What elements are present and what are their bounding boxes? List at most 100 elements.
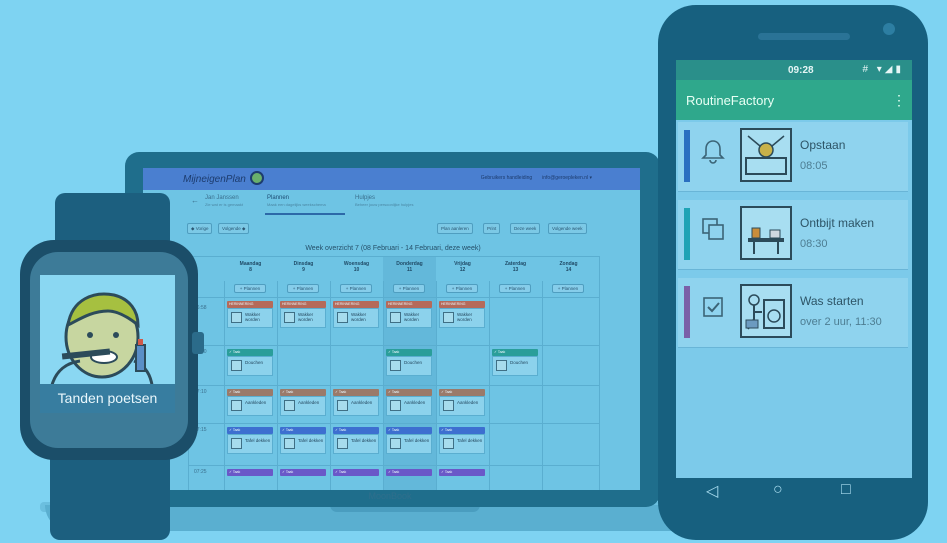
task-tag: HERINNERING bbox=[227, 301, 273, 308]
day-number: 14 bbox=[565, 267, 572, 273]
task-card[interactable]: ✓ Taak Douchen bbox=[492, 349, 538, 376]
routine-card[interactable]: Ontbijt maken 08:30 bbox=[678, 200, 908, 270]
watch-crown[interactable] bbox=[192, 332, 204, 354]
task-tag: ✓ Taak bbox=[386, 389, 432, 396]
pictogram-icon bbox=[231, 312, 242, 323]
task-name: Tafel dekken bbox=[245, 438, 271, 443]
task-name: Aankleden bbox=[298, 400, 320, 405]
this-week-button[interactable]: Deze week bbox=[510, 223, 541, 234]
recents-nav-icon[interactable]: □ bbox=[841, 481, 851, 499]
app-bar: RoutineFactory ⋮ bbox=[676, 80, 912, 120]
status-time: 09:28 bbox=[788, 65, 814, 76]
print-button[interactable]: Print bbox=[483, 223, 501, 234]
task-card[interactable]: ✓ Taak Tafel dekken bbox=[227, 427, 273, 454]
card-stripe bbox=[684, 208, 690, 260]
task-tag: ✓ Taak bbox=[227, 349, 273, 356]
card-time: 08:30 bbox=[800, 238, 828, 250]
back-arrow-icon[interactable]: ← bbox=[191, 196, 199, 205]
task-card[interactable]: HERINNERING Wakker worden bbox=[280, 301, 326, 328]
task-tag: HERINNERING bbox=[333, 301, 379, 308]
row-divider bbox=[189, 423, 599, 424]
day-header-today: Donderdag 11 bbox=[383, 257, 436, 281]
plan-button[interactable]: + Plannen bbox=[499, 284, 531, 293]
pictogram-icon bbox=[284, 438, 295, 449]
routine-card[interactable]: Was starten over 2 uur, 11:30 bbox=[678, 278, 908, 348]
task-tag: ✓ Taak bbox=[492, 349, 538, 356]
task-card[interactable]: ✓ Taak Douchen bbox=[386, 349, 432, 376]
task-name: Tafel dekken bbox=[404, 438, 430, 443]
task-card[interactable]: HERINNERING Wakker worden bbox=[227, 301, 273, 328]
task-card[interactable]: ✓ Taak Tafel dekken bbox=[386, 427, 432, 454]
next-week-left-button[interactable]: Volgende ◆ bbox=[218, 223, 250, 234]
routine-card[interactable]: Opstaan 08:05 bbox=[678, 122, 908, 192]
task-card[interactable]: ✓ Taak Douchen bbox=[227, 349, 273, 376]
task-card[interactable]: ✓ Taak Aankleden bbox=[280, 389, 326, 416]
task-card[interactable]: ✓ Taak Aankleden bbox=[439, 389, 485, 416]
pictogram-icon bbox=[443, 312, 454, 323]
task-card[interactable]: ✓ Taak Aankleden bbox=[333, 389, 379, 416]
task-name: Douchen bbox=[404, 360, 423, 365]
task-card[interactable]: HERINNERING Wakker worden bbox=[333, 301, 379, 328]
plan-button[interactable]: + Plannen bbox=[287, 284, 319, 293]
row-divider bbox=[189, 465, 599, 466]
task-card[interactable]: ✓ Taak Aankleden bbox=[386, 389, 432, 416]
next-week-button[interactable]: Volgende week bbox=[548, 223, 587, 234]
row-divider bbox=[189, 385, 599, 386]
pictogram-icon bbox=[284, 312, 295, 323]
task-card[interactable]: ✓ Taak bbox=[227, 469, 273, 476]
app-logo[interactable]: MijneigenPlan bbox=[183, 174, 246, 185]
nav-user[interactable]: Jan Janssen Zie wat er is gemaakt bbox=[205, 195, 243, 207]
logo-face-icon bbox=[250, 171, 264, 185]
task-tag: ✓ Taak bbox=[386, 349, 432, 356]
task-name: Tafel dekken bbox=[298, 438, 324, 443]
laptop-brand-label: MoonBook bbox=[368, 491, 412, 501]
task-card[interactable]: HERINNERING Wakker worden bbox=[439, 301, 485, 328]
nav-hulpjes-sub: Beheer jouw persoonlijke hulpjes bbox=[355, 202, 414, 207]
account-menu[interactable]: info@geroepleken.nl ▾ bbox=[542, 175, 592, 181]
task-card[interactable]: HERINNERING Wakker worden bbox=[386, 301, 432, 328]
day-header: Dinsdag 9 bbox=[277, 257, 330, 281]
task-card[interactable]: ✓ Taak Tafel dekken bbox=[439, 427, 485, 454]
overflow-menu-icon[interactable]: ⋮ bbox=[892, 92, 906, 109]
week-title: Week overzicht 7 (08 Februari - 14 Febru… bbox=[305, 245, 481, 252]
task-card[interactable]: ✓ Taak Tafel dekken bbox=[333, 427, 379, 454]
card-title: Ontbijt maken bbox=[800, 216, 875, 230]
task-tag: HERINNERING bbox=[386, 301, 432, 308]
manual-link[interactable]: Gebruikers handleiding bbox=[481, 175, 532, 181]
plan-button[interactable]: + Plannen bbox=[446, 284, 478, 293]
nav-active-underline bbox=[265, 213, 345, 215]
plan-button[interactable]: + Plannen bbox=[552, 284, 584, 293]
plan-button[interactable]: + Plannen bbox=[340, 284, 372, 293]
task-card[interactable]: ✓ Taak bbox=[386, 469, 432, 476]
watch-screen: Tanden poetsen bbox=[40, 275, 175, 413]
nav-plannen[interactable]: Plannen Maak een dagelijks weekschema bbox=[267, 195, 326, 207]
pictogram-icon bbox=[231, 400, 242, 411]
task-card[interactable]: ✓ Taak Aankleden bbox=[227, 389, 273, 416]
task-card[interactable]: ✓ Taak bbox=[439, 469, 485, 476]
pictogram-laundry bbox=[740, 284, 792, 338]
copy-icon bbox=[700, 216, 726, 242]
home-nav-icon[interactable]: ○ bbox=[773, 481, 783, 499]
back-nav-icon[interactable]: ◁ bbox=[706, 481, 718, 501]
plan-button[interactable]: + Plannen bbox=[234, 284, 266, 293]
time-label: 07:25 bbox=[194, 469, 207, 475]
plan-button[interactable]: + Plannen bbox=[393, 284, 425, 293]
task-card[interactable]: ✓ Taak Tafel dekken bbox=[280, 427, 326, 454]
prev-week-button[interactable]: ◆ Vorige bbox=[187, 223, 213, 234]
nav-plannen-sub: Maak een dagelijks weekschema bbox=[267, 202, 326, 207]
task-name: Wakker worden bbox=[245, 312, 261, 322]
day-number: 11 bbox=[406, 267, 413, 273]
task-tag: ✓ Taak bbox=[386, 469, 432, 476]
task-card[interactable]: ✓ Taak bbox=[280, 469, 326, 476]
pictogram-wake-up bbox=[740, 128, 792, 182]
nav-hulpjes[interactable]: Hulpjes Beheer jouw persoonlijke hulpjes bbox=[355, 195, 413, 207]
main-nav: ← Jan Janssen Zie wat er is gemaakt Plan… bbox=[143, 192, 640, 216]
task-card[interactable]: ✓ Taak bbox=[333, 469, 379, 476]
plan-aanleren-button[interactable]: Plan aanleren bbox=[437, 223, 473, 234]
laptop-screen: MijneigenPlan Gebruikers handleiding inf… bbox=[143, 168, 640, 490]
bell-icon bbox=[700, 138, 726, 164]
pictogram-icon bbox=[496, 360, 507, 371]
day-header: Zondag 14 bbox=[542, 257, 595, 281]
task-name: Wakker worden bbox=[457, 312, 473, 322]
task-tag: ✓ Taak bbox=[439, 469, 485, 476]
